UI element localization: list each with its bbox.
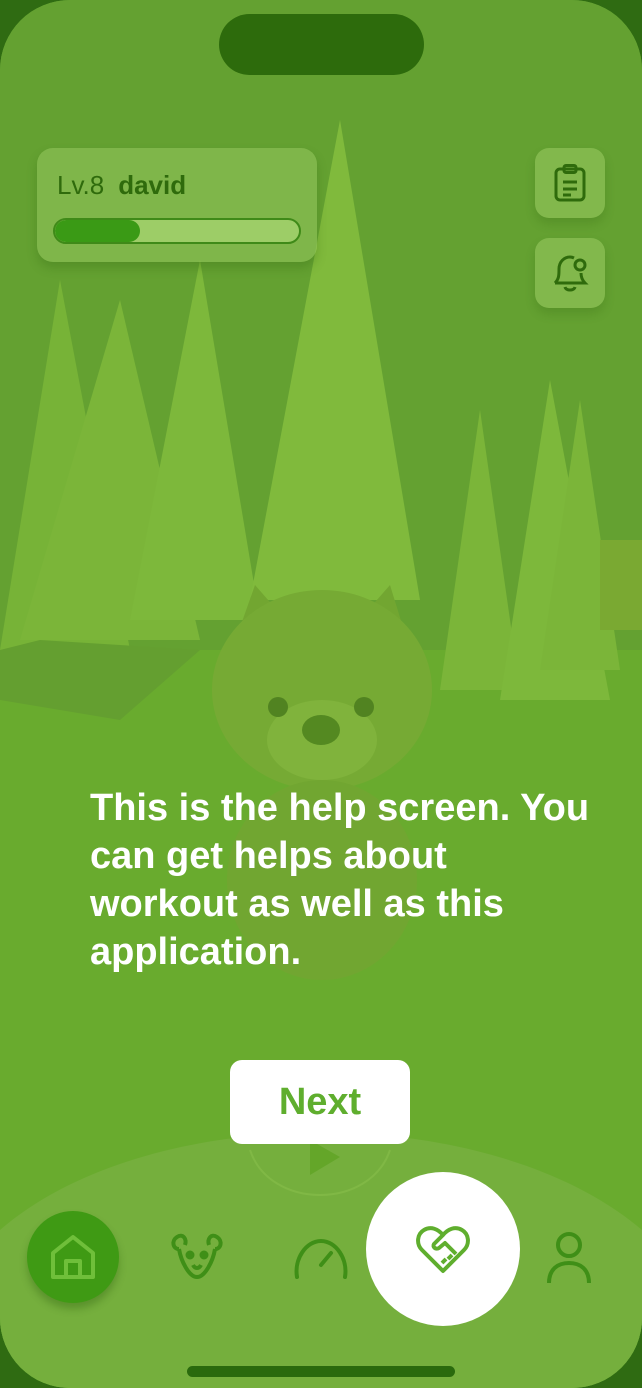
bell-icon: [553, 255, 589, 292]
xp-progress-bar: [53, 218, 301, 244]
heart-handshake-icon: [416, 1226, 470, 1273]
dog-icon: [171, 1233, 223, 1279]
level-label: Lv.8: [57, 170, 105, 200]
home-indicator[interactable]: [187, 1366, 455, 1377]
clipboard-icon: [554, 164, 586, 202]
level-info: Lv.8 david: [57, 170, 186, 201]
nav-home[interactable]: [27, 1211, 119, 1303]
notification-button[interactable]: [535, 238, 605, 308]
user-icon: [547, 1232, 591, 1284]
nav-workout[interactable]: [290, 1230, 352, 1286]
phone-screen: Lv.8 david This is the help screen. You …: [0, 0, 642, 1388]
nav-help[interactable]: [366, 1172, 520, 1326]
level-card[interactable]: Lv.8 david: [37, 148, 317, 262]
xp-progress-fill: [55, 220, 141, 242]
username: david: [118, 170, 187, 200]
speedometer-icon: [294, 1238, 348, 1279]
tutorial-message: This is the help screen. You can get hel…: [90, 787, 590, 973]
dynamic-island: [219, 14, 424, 75]
nav-pet[interactable]: [166, 1226, 228, 1288]
home-icon: [51, 1235, 95, 1279]
clipboard-button[interactable]: [535, 148, 605, 218]
nav-profile[interactable]: [540, 1226, 598, 1288]
